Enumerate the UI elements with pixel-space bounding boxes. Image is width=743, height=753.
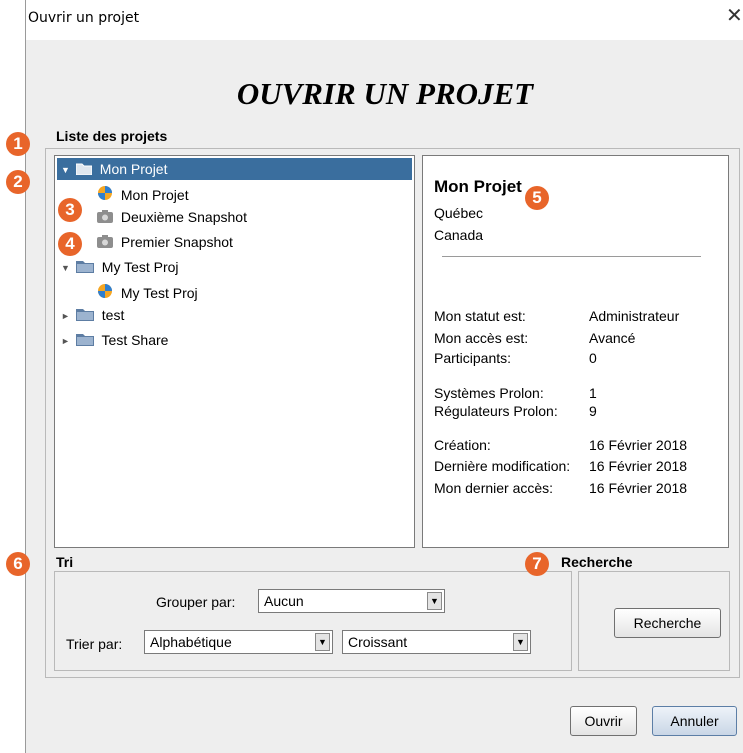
detail-value: 16 Février 2018	[589, 480, 688, 496]
detail-key: Mon dernier accès:	[434, 480, 554, 496]
callout-badge: 1	[6, 132, 30, 156]
tree-snapshot-premier[interactable]: Premier Snapshot	[97, 231, 233, 253]
tree-item-label: Test Share	[101, 332, 169, 348]
tree-folder-my-test-proj[interactable]: ▼ My Test Proj	[61, 256, 179, 278]
detail-key: Dernière modification:	[434, 458, 571, 474]
callout-badge: 2	[6, 170, 30, 194]
sort-panel: Grouper par: Aucun ▼ Trier par: Alphabét…	[54, 571, 572, 671]
detail-value: 0	[589, 350, 597, 366]
tree-project-mon-projet[interactable]: Mon Projet	[97, 184, 189, 206]
title-bar: Ouvrir un projet ✕	[26, 0, 743, 40]
cancel-button[interactable]: Annuler	[652, 706, 737, 736]
detail-key: Création:	[434, 437, 491, 453]
sort-by-label: Trier par:	[66, 636, 123, 652]
project-region: Québec	[434, 205, 484, 221]
detail-key: Régulateurs Prolon:	[434, 403, 558, 419]
callout-badge: 4	[58, 232, 82, 256]
detail-value: 1	[589, 385, 597, 401]
callout-badge: 3	[58, 198, 82, 222]
folder-icon	[75, 159, 93, 181]
folder-icon	[75, 257, 94, 279]
camera-icon	[97, 207, 113, 229]
detail-value: Administrateur	[589, 308, 680, 324]
detail-value: 16 Février 2018	[589, 437, 688, 453]
page-title: OUVRIR UN PROJET	[236, 76, 534, 111]
sort-by-value: Alphabétique	[150, 634, 232, 650]
tree-item-label: Mon Projet	[99, 161, 168, 177]
expanded-arrow-icon[interactable]: ▼	[61, 159, 72, 181]
divider	[442, 256, 701, 257]
close-icon[interactable]: ✕	[726, 6, 743, 26]
tree-item-label: My Test Proj	[101, 259, 179, 275]
camera-icon	[97, 232, 113, 254]
window-title: Ouvrir un projet	[28, 10, 140, 26]
order-select[interactable]: Croissant ▼	[342, 630, 531, 654]
collapsed-arrow-icon[interactable]: ►	[61, 305, 72, 327]
tree-snapshot-deuxieme[interactable]: Deuxième Snapshot	[97, 206, 247, 228]
folder-icon	[75, 330, 94, 352]
chevron-down-icon[interactable]: ▼	[513, 633, 528, 651]
expanded-arrow-icon[interactable]: ▼	[61, 257, 72, 279]
tree-folder-test[interactable]: ► test	[61, 304, 124, 326]
search-button[interactable]: Recherche	[614, 608, 721, 638]
open-button[interactable]: Ouvrir	[570, 706, 637, 736]
detail-key: Mon statut est:	[434, 308, 526, 324]
tree-item-label: Premier Snapshot	[120, 234, 233, 250]
callout-badge: 6	[6, 552, 30, 576]
project-list-label: Liste des projets	[56, 128, 168, 144]
tree-item-label: test	[101, 307, 125, 323]
detail-value: Avancé	[589, 330, 636, 346]
project-logo-icon	[97, 185, 113, 207]
tree-item-label: Mon Projet	[120, 187, 189, 203]
tree-folder-mon-projet[interactable]: ▼ Mon Projet	[57, 158, 412, 180]
detail-key: Participants:	[434, 350, 512, 366]
sort-by-select[interactable]: Alphabétique ▼	[144, 630, 333, 654]
project-name: Mon Projet	[434, 177, 522, 196]
project-country: Canada	[434, 227, 484, 243]
group-by-label: Grouper par:	[156, 594, 236, 610]
detail-value: 9	[589, 403, 597, 419]
project-tree[interactable]: ▼ Mon Projet Mon Projet Deuxième Snapsho…	[54, 155, 415, 548]
tree-item-label: Deuxième Snapshot	[120, 209, 247, 225]
project-logo-icon	[97, 283, 113, 305]
collapsed-arrow-icon[interactable]: ►	[61, 330, 72, 352]
project-details-panel: Mon Projet Québec Canada Mon statut est:…	[422, 155, 729, 548]
tree-folder-test-share[interactable]: ► Test Share	[61, 329, 168, 351]
group-by-select[interactable]: Aucun ▼	[258, 589, 445, 613]
search-panel: Recherche	[578, 571, 730, 671]
folder-icon	[75, 305, 94, 327]
group-by-value: Aucun	[264, 593, 304, 609]
callout-badge: 5	[525, 186, 549, 210]
tree-item-label: My Test Proj	[120, 285, 198, 301]
callout-badge: 7	[525, 552, 549, 576]
chevron-down-icon[interactable]: ▼	[427, 592, 442, 610]
search-label: Recherche	[561, 554, 633, 570]
detail-key: Systèmes Prolon:	[434, 385, 544, 401]
tree-project-my-test-proj[interactable]: My Test Proj	[97, 282, 198, 304]
open-project-dialog: Ouvrir un projet ✕ OUVRIR UN PROJET List…	[25, 0, 743, 753]
chevron-down-icon[interactable]: ▼	[315, 633, 330, 651]
sort-label: Tri	[56, 554, 74, 570]
detail-value: 16 Février 2018	[589, 458, 688, 474]
order-value: Croissant	[348, 634, 408, 650]
detail-key: Mon accès est:	[434, 330, 529, 346]
